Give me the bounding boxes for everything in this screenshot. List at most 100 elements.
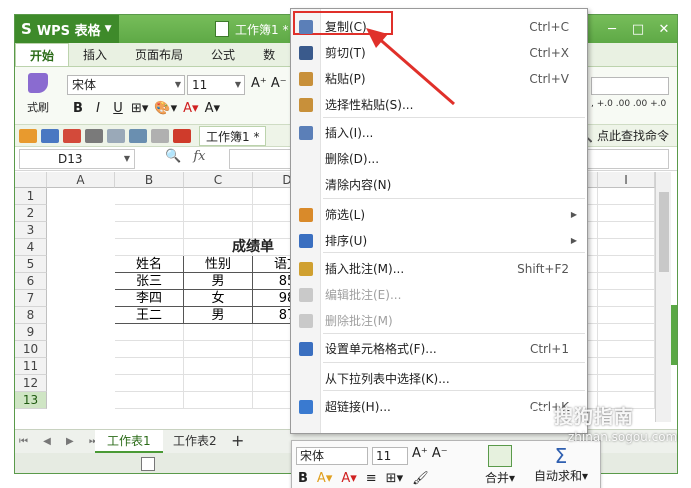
row-header[interactable]: 12 [15,375,47,392]
menu-item[interactable]: 排序(U) ▶ [291,229,587,253]
merge-button[interactable]: 合并▾ [478,445,522,486]
grid-cell[interactable] [115,375,184,392]
autosum-button[interactable]: Σ 自动求和▾ [528,445,594,484]
row-header[interactable]: 5 [15,256,47,273]
print-preview-icon[interactable] [107,128,125,143]
row-header[interactable]: 11 [15,358,47,375]
grid-cell[interactable] [598,273,655,290]
tab-page-layout[interactable]: 页面布局 [121,43,197,66]
grid-cell[interactable] [598,188,655,205]
comma-style-button[interactable]: , [591,99,594,109]
select-all-corner[interactable] [15,172,47,188]
tab-formulas[interactable]: 公式 [197,43,249,66]
menu-item[interactable]: 设置单元格格式(F)... Ctrl+1 [291,337,587,361]
grid-cell[interactable] [115,392,184,409]
italic-button[interactable]: I [91,101,105,116]
row-header[interactable]: 9 [15,324,47,341]
menu-item[interactable]: 从下拉列表中选择(K)... [291,367,587,391]
mini-bold-button[interactable]: B [298,471,308,486]
menu-item[interactable]: 删除(D)... [291,147,587,171]
save-icon[interactable] [41,128,59,143]
font-color-button[interactable]: A▾ [183,101,198,116]
print-icon[interactable] [85,128,103,143]
bold-button[interactable]: B [71,101,85,116]
document-tab[interactable]: 工作簿1 * [199,125,267,146]
column-header[interactable]: B [115,172,184,188]
menu-item[interactable]: 清除内容(N) [291,173,587,197]
grid-cell[interactable] [598,324,655,341]
grid-cell[interactable] [598,375,655,392]
table-data-cell[interactable]: 女 [184,290,253,307]
row-header[interactable]: 1 [15,188,47,205]
grid-cell[interactable] [115,324,184,341]
column-header[interactable]: I [598,172,655,188]
tab-insert[interactable]: 插入 [69,43,121,66]
name-box[interactable]: D13 ▼ [19,149,135,169]
row-header[interactable]: 13 [15,392,47,409]
underline-button[interactable]: U [111,101,125,116]
wps-icon[interactable] [173,128,191,143]
tab-data[interactable]: 数 [249,43,289,66]
grid-cell[interactable] [598,341,655,358]
add-sheet-button[interactable]: + [231,430,244,452]
grid-cell[interactable] [115,222,184,239]
grid-cell[interactable] [598,358,655,375]
text-style-button[interactable]: A▾ [205,101,220,116]
grid-cell[interactable] [184,358,253,375]
decimal-buttons[interactable]: , +.0 .00 .00 +.0 [591,99,671,109]
sheet-tab-1[interactable]: 工作表1 [95,430,163,453]
grid-cell[interactable] [184,222,253,239]
number-format-select[interactable] [591,77,669,95]
column-header[interactable]: A [47,172,115,188]
grid-cell[interactable] [115,205,184,222]
menu-item[interactable]: 插入批注(M)... Shift+F2 [291,257,587,281]
grid-cell[interactable] [598,222,655,239]
scrollbar-thumb[interactable] [659,192,669,272]
close-button[interactable]: ✕ [651,15,677,43]
table-data-cell[interactable]: 李四 [115,290,184,307]
table-data-cell[interactable]: 王二 [115,307,184,324]
app-menu-button[interactable]: S WPS 表格 ▼ [15,15,119,43]
table-data-cell[interactable]: 男 [184,307,253,324]
open-icon[interactable] [19,128,37,143]
mini-align-button[interactable]: ≡ [366,471,377,486]
mini-borders-button[interactable]: ⊞▾ [386,471,403,486]
column-header[interactable]: C [184,172,253,188]
menu-item[interactable]: 筛选(L) ▶ [291,203,587,227]
format-painter-button[interactable]: 式刷 [21,73,55,119]
grid-cell[interactable] [598,256,655,273]
sheet-tab-2[interactable]: 工作表2 [161,430,229,453]
table-header-cell[interactable]: 性别 [184,256,253,273]
row-header[interactable]: 10 [15,341,47,358]
mini-grow-font[interactable]: A⁺ A⁻ [412,446,448,461]
table-data-cell[interactable]: 张三 [115,273,184,290]
font-size-select[interactable]: 11 ▼ [187,75,245,95]
grid-cell[interactable] [184,205,253,222]
row-header[interactable]: 3 [15,222,47,239]
row-header[interactable]: 4 [15,239,47,256]
fill-color-button[interactable]: 🎨▾ [154,101,177,116]
grid-cell[interactable] [115,188,184,205]
grid-cell[interactable] [184,188,253,205]
table-data-cell[interactable]: 男 [184,273,253,290]
pdf-icon[interactable] [63,128,81,143]
tab-home[interactable]: 开始 [15,43,70,66]
grid-cell[interactable] [184,375,253,392]
mini-fill-button[interactable]: A▾ [317,471,332,486]
sheet-nav-buttons[interactable]: ⏮ ◀ ▶ ⏭ [19,430,104,454]
grid-cell[interactable] [115,341,184,358]
grid-cell[interactable] [115,358,184,375]
grid-cell[interactable] [598,307,655,324]
mini-brush-button[interactable]: 🖌 [412,471,429,486]
row-header[interactable]: 7 [15,290,47,307]
grid-cell[interactable] [184,392,253,409]
maximize-button[interactable]: □ [625,15,651,43]
table-header-cell[interactable]: 姓名 [115,256,184,273]
grid-cell[interactable] [598,290,655,307]
grid-cell[interactable] [184,324,253,341]
grid-cell[interactable] [598,205,655,222]
zoom-icon[interactable]: 🔍 [165,149,181,164]
row-header[interactable]: 6 [15,273,47,290]
row-header[interactable]: 8 [15,307,47,324]
grow-shrink-font-buttons[interactable]: A⁺ A⁻ [251,76,287,91]
